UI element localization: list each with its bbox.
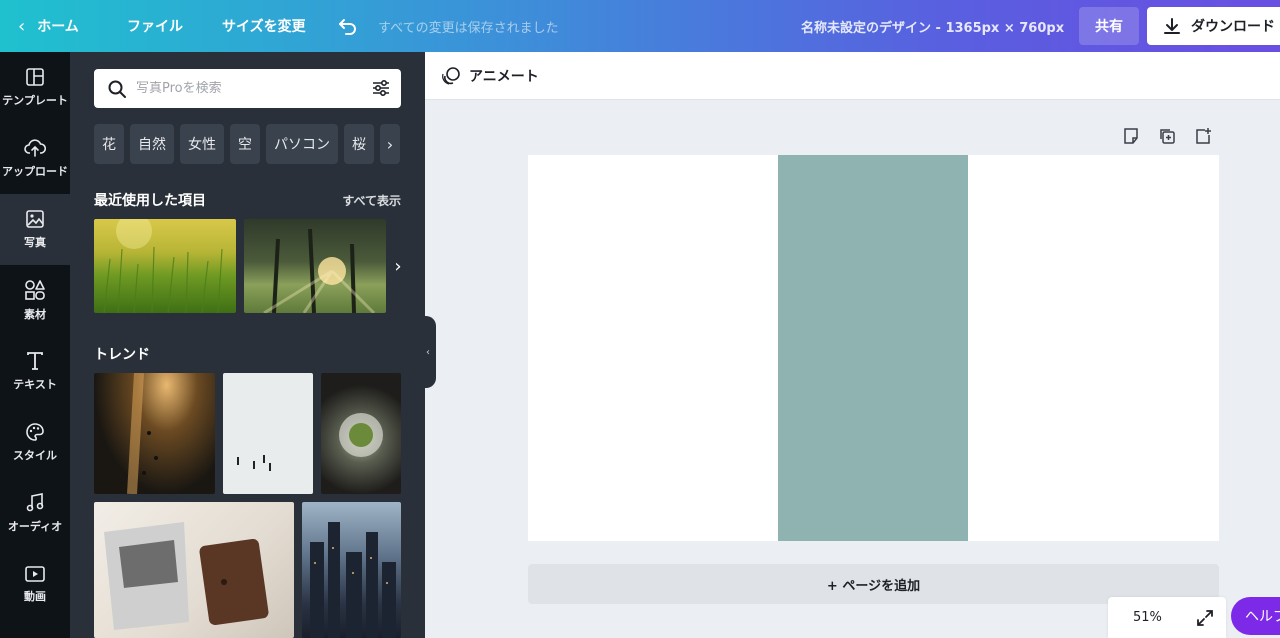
- chip-woman[interactable]: 女性: [180, 124, 224, 164]
- snow-skiers-image: [237, 455, 271, 471]
- left-rail: テンプレート アップロード 写真 素材 テキスト スタイル オーディオ 動画: [0, 52, 70, 638]
- help-button[interactable]: ヘルプ: [1231, 597, 1280, 635]
- rail-item-uploads[interactable]: アップロード: [0, 123, 70, 194]
- city-skyline-image: [310, 522, 396, 638]
- design-title[interactable]: 名称未設定のデザイン - 1365px × 760px: [801, 0, 1064, 52]
- trend-photo-city[interactable]: [302, 502, 401, 638]
- rail-label: 写真: [24, 236, 46, 249]
- recent-photo-wheat[interactable]: [94, 219, 236, 313]
- file-menu-button[interactable]: ファイル: [127, 0, 183, 52]
- suggestion-chips: 花 自然 女性 空 パソコン 桜 ›: [94, 124, 400, 164]
- animate-button[interactable]: アニメート: [441, 66, 539, 86]
- rail-label: 動画: [24, 590, 46, 603]
- rail-item-elements[interactable]: 素材: [0, 265, 70, 336]
- chevron-left-icon: ‹: [426, 346, 430, 358]
- video-icon: [25, 566, 45, 582]
- recent-section-title: 最近使用した項目: [94, 193, 206, 209]
- share-button[interactable]: 共有: [1079, 7, 1139, 45]
- forest-sunlight-image: [263, 228, 376, 313]
- filter-sliders-icon[interactable]: [371, 78, 391, 98]
- note-icon[interactable]: [1122, 127, 1140, 145]
- rail-label: テキスト: [13, 378, 57, 391]
- upload-cloud-icon: [24, 139, 46, 157]
- photo-search-input[interactable]: [136, 81, 356, 96]
- rail-label: オーディオ: [7, 520, 63, 533]
- rail-item-videos[interactable]: 動画: [0, 549, 70, 620]
- wheat-field-image: [103, 219, 223, 313]
- rail-label: アップロード: [2, 165, 68, 178]
- recent-next-button[interactable]: ›: [386, 219, 410, 313]
- open-book-notebook-image: [104, 522, 269, 630]
- save-status: すべての変更は保存されました: [378, 20, 559, 36]
- text-icon: [27, 352, 43, 370]
- rail-label: 素材: [24, 308, 46, 321]
- photo-icon: [26, 210, 44, 228]
- rail-item-styles[interactable]: スタイル: [0, 407, 70, 478]
- trend-photo-snow[interactable]: [223, 373, 313, 494]
- see-all-link[interactable]: すべて表示: [342, 192, 401, 209]
- template-icon: [26, 68, 44, 86]
- duplicate-page-icon[interactable]: [1158, 127, 1176, 145]
- chevron-left-icon: ‹: [18, 15, 26, 37]
- music-note-icon: [26, 493, 44, 512]
- page-tools: [1122, 127, 1212, 145]
- night-street-image: [127, 373, 158, 494]
- download-button[interactable]: ダウンロード: [1147, 7, 1280, 45]
- collapse-panel-handle[interactable]: ‹: [420, 316, 436, 388]
- rail-item-audio[interactable]: オーディオ: [0, 478, 70, 549]
- photo-search-box[interactable]: [94, 69, 401, 108]
- zoom-control: 51%: [1108, 597, 1226, 638]
- photos-panel: 花 自然 女性 空 パソコン 桜 › 最近使用した項目 すべて表示 › トレンド: [70, 52, 425, 638]
- trend-photo-food[interactable]: [321, 373, 401, 494]
- elements-icon: [25, 280, 45, 300]
- rail-label: スタイル: [13, 449, 57, 462]
- resize-button[interactable]: サイズを変更: [222, 0, 306, 52]
- home-label: ホーム: [37, 19, 79, 35]
- undo-button[interactable]: [338, 0, 358, 52]
- zoom-level[interactable]: 51%: [1133, 610, 1162, 625]
- download-label: ダウンロード: [1191, 19, 1275, 35]
- download-icon: [1164, 18, 1180, 34]
- rail-item-photos[interactable]: 写真: [0, 194, 70, 265]
- search-icon: [108, 80, 126, 98]
- undo-icon: [339, 19, 356, 35]
- top-bar: ‹ ホーム ファイル サイズを変更 すべての変更は保存されました 名称未設定のデ…: [0, 0, 1280, 52]
- chevron-right-icon: ›: [386, 134, 394, 154]
- recent-photo-forest[interactable]: [244, 219, 386, 313]
- salad-plate-image: [339, 413, 383, 457]
- rail-item-templates[interactable]: テンプレート: [0, 52, 70, 123]
- animate-icon: [442, 67, 460, 85]
- trend-section-title: トレンド: [94, 347, 150, 363]
- chip-sky[interactable]: 空: [230, 124, 260, 164]
- editor-toolbar: アニメート: [425, 52, 1280, 100]
- palette-icon: [26, 423, 44, 441]
- rail-item-text[interactable]: テキスト: [0, 336, 70, 407]
- chevron-right-icon: ›: [394, 255, 402, 277]
- trend-photo-street[interactable]: [94, 373, 215, 494]
- home-button[interactable]: ‹ ホーム: [18, 0, 79, 52]
- chips-next-button[interactable]: ›: [380, 124, 400, 164]
- add-page-icon[interactable]: [1194, 127, 1212, 145]
- teal-rectangle-element[interactable]: [778, 155, 968, 541]
- trend-photo-notebook[interactable]: [94, 502, 294, 638]
- fullscreen-icon[interactable]: [1196, 609, 1214, 627]
- chip-cherry-blossom[interactable]: 桜: [344, 124, 374, 164]
- animate-label: アニメート: [469, 69, 539, 85]
- chip-nature[interactable]: 自然: [130, 124, 174, 164]
- design-page[interactable]: [528, 155, 1219, 541]
- chip-flower[interactable]: 花: [94, 124, 124, 164]
- chip-computer[interactable]: パソコン: [266, 124, 338, 164]
- rail-label: テンプレート: [2, 94, 68, 107]
